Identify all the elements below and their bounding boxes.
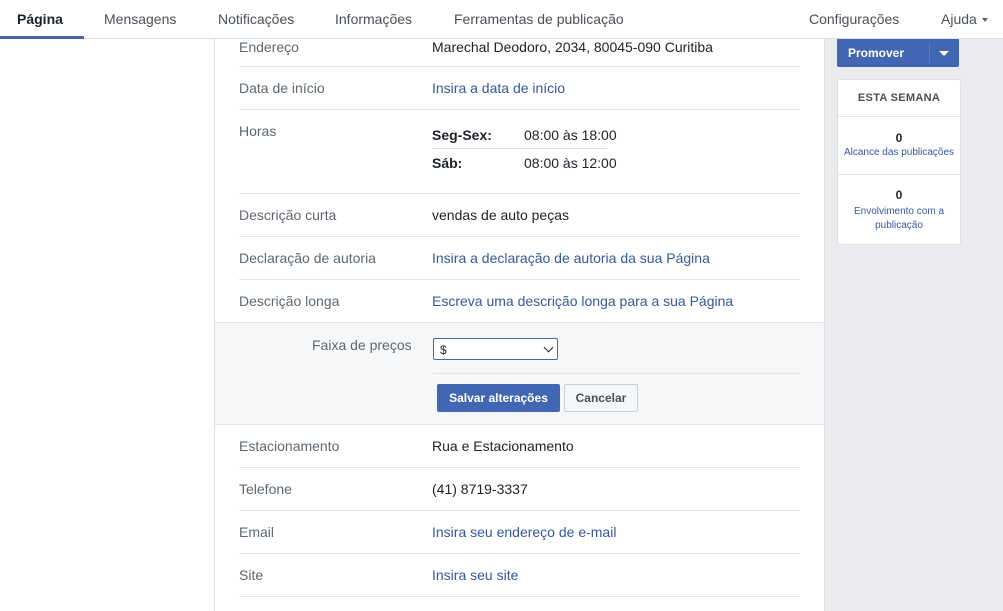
price-range-editor: Faixa de preços $ Salvar alterações Canc…	[215, 322, 824, 425]
short-description-value[interactable]: vendas de auto peças	[432, 207, 569, 223]
tab-notificacoes[interactable]: Notificações	[218, 0, 294, 39]
hours-time: 08:00 às 18:00	[524, 127, 617, 143]
info-row-phone: Telefone (41) 8719-3337	[215, 468, 824, 511]
info-row-site: Site Insira seu site	[215, 554, 824, 597]
info-row-start-date: Data de início Insira a data de início	[215, 67, 824, 110]
info-row-parking: Estacionamento Rua e Estacionamento	[215, 425, 824, 468]
phone-label: Telefone	[239, 481, 292, 497]
hours-label: Horas	[239, 123, 277, 139]
stat-post-reach: 0 Alcance das publicações	[838, 131, 960, 160]
main-divider	[824, 39, 825, 611]
info-row-authorship: Declaração de autoria Insira a declaraçã…	[215, 237, 824, 280]
page-info-panel: Endereço Marechal Deodoro, 2034, 80045-0…	[215, 39, 824, 611]
help-label: Ajuda	[941, 11, 977, 27]
parking-value[interactable]: Rua e Estacionamento	[432, 438, 574, 454]
authorship-link[interactable]: Insira a declaração de autoria da sua Pá…	[432, 250, 710, 266]
help-menu[interactable]: Ajuda	[941, 0, 988, 39]
start-date-link[interactable]: Insira a data de início	[432, 80, 565, 96]
info-row-email: Email Insira seu endereço de e-mail	[215, 511, 824, 554]
settings-link[interactable]: Configurações	[809, 0, 899, 39]
hours-day: Sáb:	[432, 155, 463, 171]
top-navigation: Página Mensagens Notificações Informaçõe…	[0, 0, 1003, 39]
site-label: Site	[239, 567, 264, 583]
parking-label: Estacionamento	[239, 438, 340, 454]
left-column	[0, 39, 214, 611]
this-week-card: ESTA SEMANA 0 Alcance das publicações 0 …	[837, 79, 961, 245]
start-date-label: Data de início	[239, 80, 325, 96]
info-row-address: Endereço Marechal Deodoro, 2034, 80045-0…	[215, 39, 824, 67]
site-link[interactable]: Insira seu site	[432, 567, 518, 583]
this-week-title: ESTA SEMANA	[838, 80, 960, 117]
caret-down-icon[interactable]	[939, 51, 949, 56]
email-label: Email	[239, 524, 275, 540]
hours-table[interactable]: Seg-Sex: 08:00 às 18:00 Sáb: 08:00 às 12…	[432, 120, 622, 176]
tab-ferramentas-de-publicacao[interactable]: Ferramentas de publicação	[454, 0, 624, 39]
phone-value[interactable]: (41) 8719-3337	[432, 481, 528, 497]
promote-label: Promover	[848, 46, 905, 60]
price-range-selected: $	[440, 343, 447, 357]
promote-button[interactable]: Promover	[837, 39, 959, 67]
price-range-label: Faixa de preços	[312, 337, 412, 353]
tab-mensagens[interactable]: Mensagens	[104, 0, 176, 39]
hours-day: Seg-Sex:	[432, 127, 492, 143]
info-row-hours: Horas Seg-Sex: 08:00 às 18:00 Sáb: 08:00…	[215, 110, 824, 194]
hours-row: Seg-Sex: 08:00 às 18:00	[432, 120, 622, 149]
cancel-button[interactable]: Cancelar	[564, 384, 638, 412]
price-range-select[interactable]: $	[433, 338, 558, 360]
post-reach-link[interactable]: Alcance das publicações	[838, 146, 960, 160]
stat-post-engagement: 0 Envolvimento com a publicação	[838, 188, 960, 233]
post-reach-value: 0	[895, 131, 903, 145]
row-divider	[239, 596, 800, 597]
hours-time: 08:00 às 12:00	[524, 155, 617, 171]
post-engagement-link[interactable]: Envolvimento com a publicação	[838, 205, 960, 233]
long-description-link[interactable]: Escreva uma descrição longa para a sua P…	[432, 293, 733, 309]
short-description-label: Descrição curta	[239, 207, 337, 223]
hours-row: Sáb: 08:00 às 12:00	[432, 148, 622, 176]
editor-divider	[433, 373, 800, 374]
email-link[interactable]: Insira seu endereço de e-mail	[432, 524, 616, 540]
chevron-down-icon	[543, 342, 554, 353]
address-label: Endereço	[239, 39, 299, 55]
tab-informacoes[interactable]: Informações	[335, 0, 412, 39]
info-row-long-description: Descrição longa Escreva uma descrição lo…	[215, 280, 824, 322]
promote-separator	[929, 43, 930, 63]
caret-down-icon	[981, 18, 988, 23]
address-value[interactable]: Marechal Deodoro, 2034, 80045-090 Curiti…	[432, 39, 713, 55]
post-engagement-value: 0	[895, 188, 903, 202]
tab-pagina[interactable]: Página	[17, 0, 63, 39]
save-changes-button[interactable]: Salvar alterações	[437, 384, 560, 412]
stats-divider	[838, 174, 960, 175]
long-description-label: Descrição longa	[239, 293, 340, 309]
authorship-label: Declaração de autoria	[239, 250, 376, 266]
info-row-short-description: Descrição curta vendas de auto peças	[215, 194, 824, 237]
